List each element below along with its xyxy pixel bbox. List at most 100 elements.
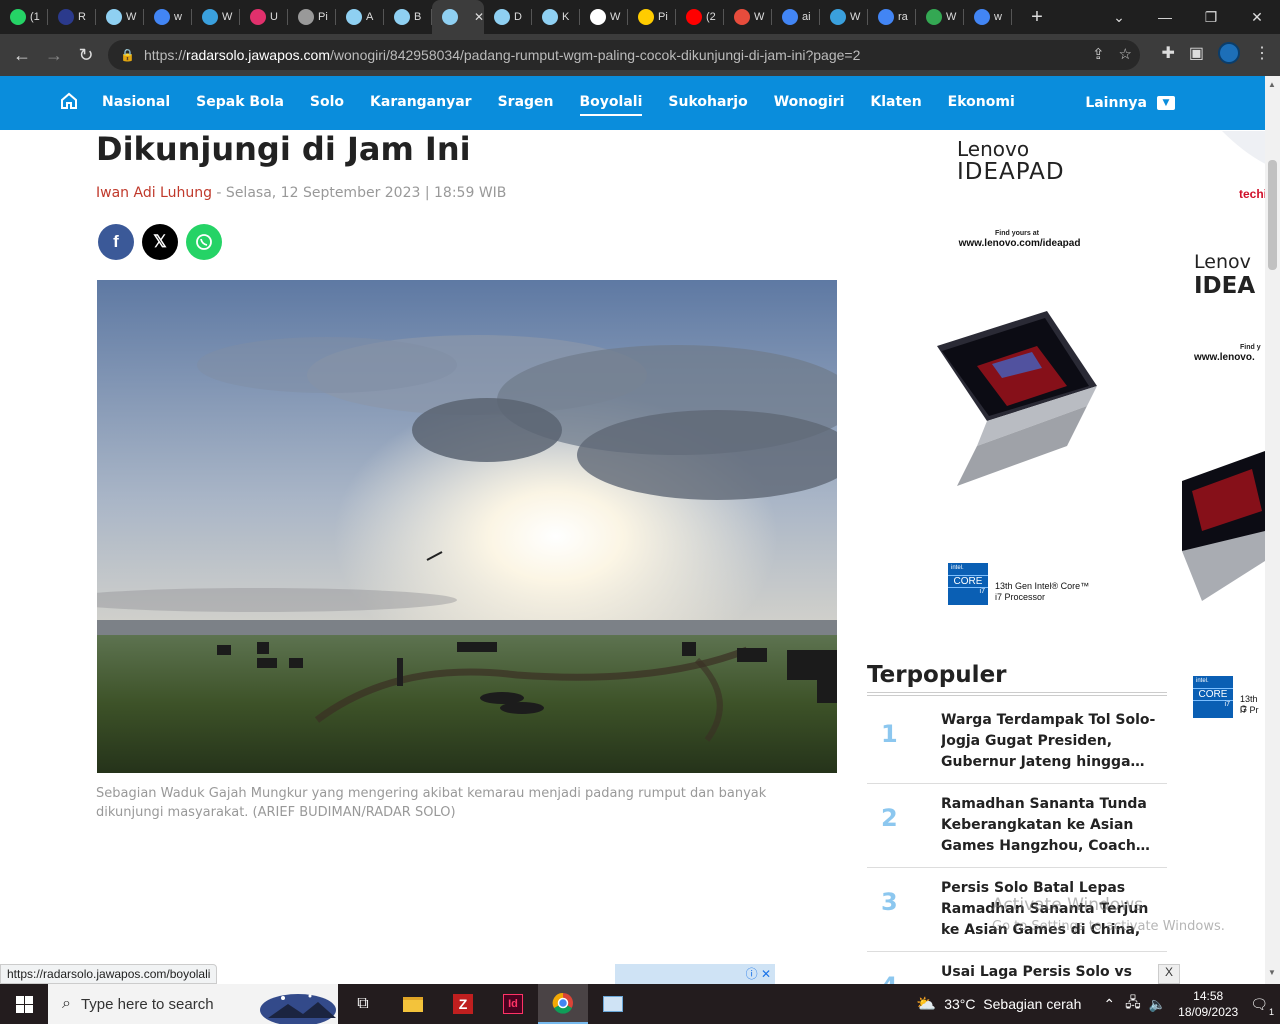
browser-tab[interactable]: ra — [868, 0, 916, 34]
task-view-icon[interactable]: ⧉ — [338, 984, 388, 1024]
browser-tab[interactable]: w — [964, 0, 1012, 34]
menu-kebab-icon[interactable]: ⋮ — [1254, 43, 1270, 63]
whatsapp-share-button[interactable] — [186, 224, 222, 260]
notification-count: 1 — [1268, 1006, 1274, 1017]
ad-find-cut: Find y — [1240, 344, 1261, 351]
ad-site-cut: www.lenovo. — [1194, 352, 1255, 363]
browser-tab[interactable]: W — [820, 0, 868, 34]
browser-tab[interactable]: Pi — [288, 0, 336, 34]
browser-tab[interactable]: A — [336, 0, 384, 34]
lock-icon[interactable]: 🔒 — [120, 48, 135, 62]
browser-tab[interactable]: W — [96, 0, 144, 34]
notification-center-icon[interactable]: 🗨 1 — [1250, 996, 1274, 1017]
intel-chip-top-cut: intel. — [1196, 678, 1209, 684]
address-bar[interactable]: 🔒 https://radarsolo.jawapos.com/wonogiri… — [108, 40, 1140, 70]
back-button[interactable]: ← — [6, 45, 38, 66]
browser-tab[interactable]: ✕ — [432, 0, 484, 34]
browser-tab[interactable]: W — [192, 0, 240, 34]
profile-avatar[interactable] — [1218, 42, 1240, 64]
filezilla-icon[interactable]: Z — [438, 984, 488, 1024]
close-window-button[interactable]: ✕ — [1234, 9, 1280, 26]
close-tab-icon[interactable]: ✕ — [474, 10, 484, 24]
lenovo-ad-banner-secondary[interactable]: techi Lenov IDEA Find y www.lenovo. inte… — [1182, 131, 1265, 731]
chrome-icon[interactable] — [538, 984, 588, 1024]
forward-button[interactable]: → — [38, 45, 70, 66]
page-scrollbar[interactable]: ▲ ▼ — [1265, 76, 1280, 984]
taskbar-clock[interactable]: 14:58 18/09/2023 — [1178, 988, 1238, 1020]
close-sticky-ad-button[interactable]: X — [1158, 964, 1180, 984]
popular-item[interactable]: 1 Warga Terdampak Tol Solo-Jogja Gugat Pr… — [867, 700, 1167, 784]
popular-headline[interactable]: Warga Terdampak Tol Solo-Jogja Gugat Pre… — [941, 710, 1161, 774]
side-panel-icon[interactable]: ▣ — [1189, 43, 1204, 63]
nav-more-label: Lainnya — [1085, 95, 1147, 111]
minimize-button[interactable]: — — [1142, 9, 1188, 25]
clock-time: 14:58 — [1193, 989, 1224, 1003]
extensions-puzzle-icon[interactable]: ✚ — [1161, 43, 1174, 63]
taskbar-search[interactable]: ⌕ Type here to search — [48, 984, 338, 1024]
tab-title: U — [270, 11, 278, 23]
nav-item-solo[interactable]: Solo — [310, 90, 344, 116]
file-explorer-icon[interactable] — [388, 984, 438, 1024]
browser-tab[interactable]: D — [484, 0, 532, 34]
browser-tab[interactable]: W — [724, 0, 772, 34]
reload-button[interactable]: ↻ — [70, 45, 102, 66]
home-icon[interactable] — [60, 92, 82, 115]
nav-item-karanganyar[interactable]: Karanganyar — [370, 90, 472, 116]
popular-item[interactable]: 2 Ramadhan Sananta Tunda Keberangkatan ke… — [867, 784, 1167, 868]
scroll-up-arrow-icon[interactable]: ▲ — [1268, 80, 1276, 89]
nav-item-nasional[interactable]: Nasional — [102, 90, 170, 116]
browser-tab-strip: (1 R Ww W U Pi A B ✕ D K W Pi (2 Wai Wra Ww + ⌄ — ❐ ✕ — [0, 0, 1280, 34]
scroll-down-arrow-icon[interactable]: ▼ — [1268, 968, 1276, 977]
nav-item-boyolali[interactable]: Boyolali — [579, 90, 643, 116]
scrollbar-thumb[interactable] — [1268, 160, 1277, 270]
bookmark-star-icon[interactable]: ☆ — [1119, 45, 1132, 63]
nav-items: Nasional Sepak Bola Solo Karanganyar Sragen B… — [82, 90, 1015, 116]
browser-tab[interactable]: w — [144, 0, 192, 34]
nav-item-ekonomi[interactable]: Ekonomi — [948, 90, 1015, 116]
x-share-button[interactable]: 𝕏 — [142, 224, 178, 260]
nav-item-wonogiri[interactable]: Wonogiri — [774, 90, 845, 116]
browser-tab[interactable]: R — [48, 0, 96, 34]
popular-headline[interactable]: Ramadhan Sananta Tunda Keberangkatan ke … — [941, 794, 1161, 858]
activate-line-2: Go to Settings to activate Windows. — [992, 919, 1225, 934]
share-icon[interactable]: ⇪ — [1092, 45, 1105, 63]
new-tab-button[interactable]: + — [1020, 6, 1054, 29]
browser-tab[interactable]: W — [580, 0, 628, 34]
browser-tab[interactable]: (1 — [0, 0, 48, 34]
start-button[interactable] — [0, 984, 48, 1024]
weather-text[interactable]: 33°C Sebagian cerah — [944, 996, 1081, 1012]
system-tray: ⛅ 33°C Sebagian cerah ⌃ 🖧 🔈 14:58 18/09/… — [916, 984, 1280, 1024]
status-bar-url: https://radarsolo.jawapos.com/boyolali — [0, 964, 218, 984]
nav-item-sepak-bola[interactable]: Sepak Bola — [196, 90, 284, 116]
weather-icon[interactable]: ⛅ — [916, 994, 936, 1014]
nav-more-dropdown[interactable]: Lainnya ▼ — [1085, 95, 1175, 111]
popular-rank: 3 — [881, 888, 898, 916]
nav-item-klaten[interactable]: Klaten — [870, 90, 921, 116]
tab-search-icon[interactable]: ⌄ — [1096, 9, 1142, 26]
tray-chevron-icon[interactable]: ⌃ — [1103, 996, 1115, 1013]
tab-title: W — [126, 11, 137, 23]
intel-core-badge: intel. CORE i7 — [948, 563, 988, 605]
bottom-sticky-ad[interactable]: ⓘ ✕ — [615, 964, 775, 984]
processor-line-2: i7 Processor — [995, 592, 1046, 602]
author-link[interactable]: Iwan Adi Luhung — [96, 185, 212, 201]
ad-choices-icon[interactable]: ⓘ ✕ — [746, 965, 771, 982]
lenovo-ad-banner[interactable]: Lenovo IDEAPAD Find yours at www.lenovo.… — [937, 131, 1097, 611]
facebook-share-button[interactable]: f — [98, 224, 134, 260]
browser-tab[interactable]: K — [532, 0, 580, 34]
ad-product-cut: IDEA — [1194, 273, 1256, 299]
browser-tab[interactable]: W — [916, 0, 964, 34]
restore-button[interactable]: ❐ — [1188, 9, 1234, 26]
browser-tab[interactable]: (2 — [676, 0, 724, 34]
volume-icon[interactable]: 🔈 — [1149, 996, 1166, 1013]
windows-logo-icon — [15, 995, 33, 1013]
nav-item-sragen[interactable]: Sragen — [498, 90, 554, 116]
browser-tab[interactable]: B — [384, 0, 432, 34]
network-icon[interactable]: 🖧 — [1125, 992, 1141, 1016]
browser-tab[interactable]: Pi — [628, 0, 676, 34]
indesign-icon[interactable]: Id — [488, 984, 538, 1024]
browser-tab[interactable]: U — [240, 0, 288, 34]
photos-app-icon[interactable] — [588, 984, 638, 1024]
browser-tab[interactable]: ai — [772, 0, 820, 34]
nav-item-sukoharjo[interactable]: Sukoharjo — [668, 90, 747, 116]
